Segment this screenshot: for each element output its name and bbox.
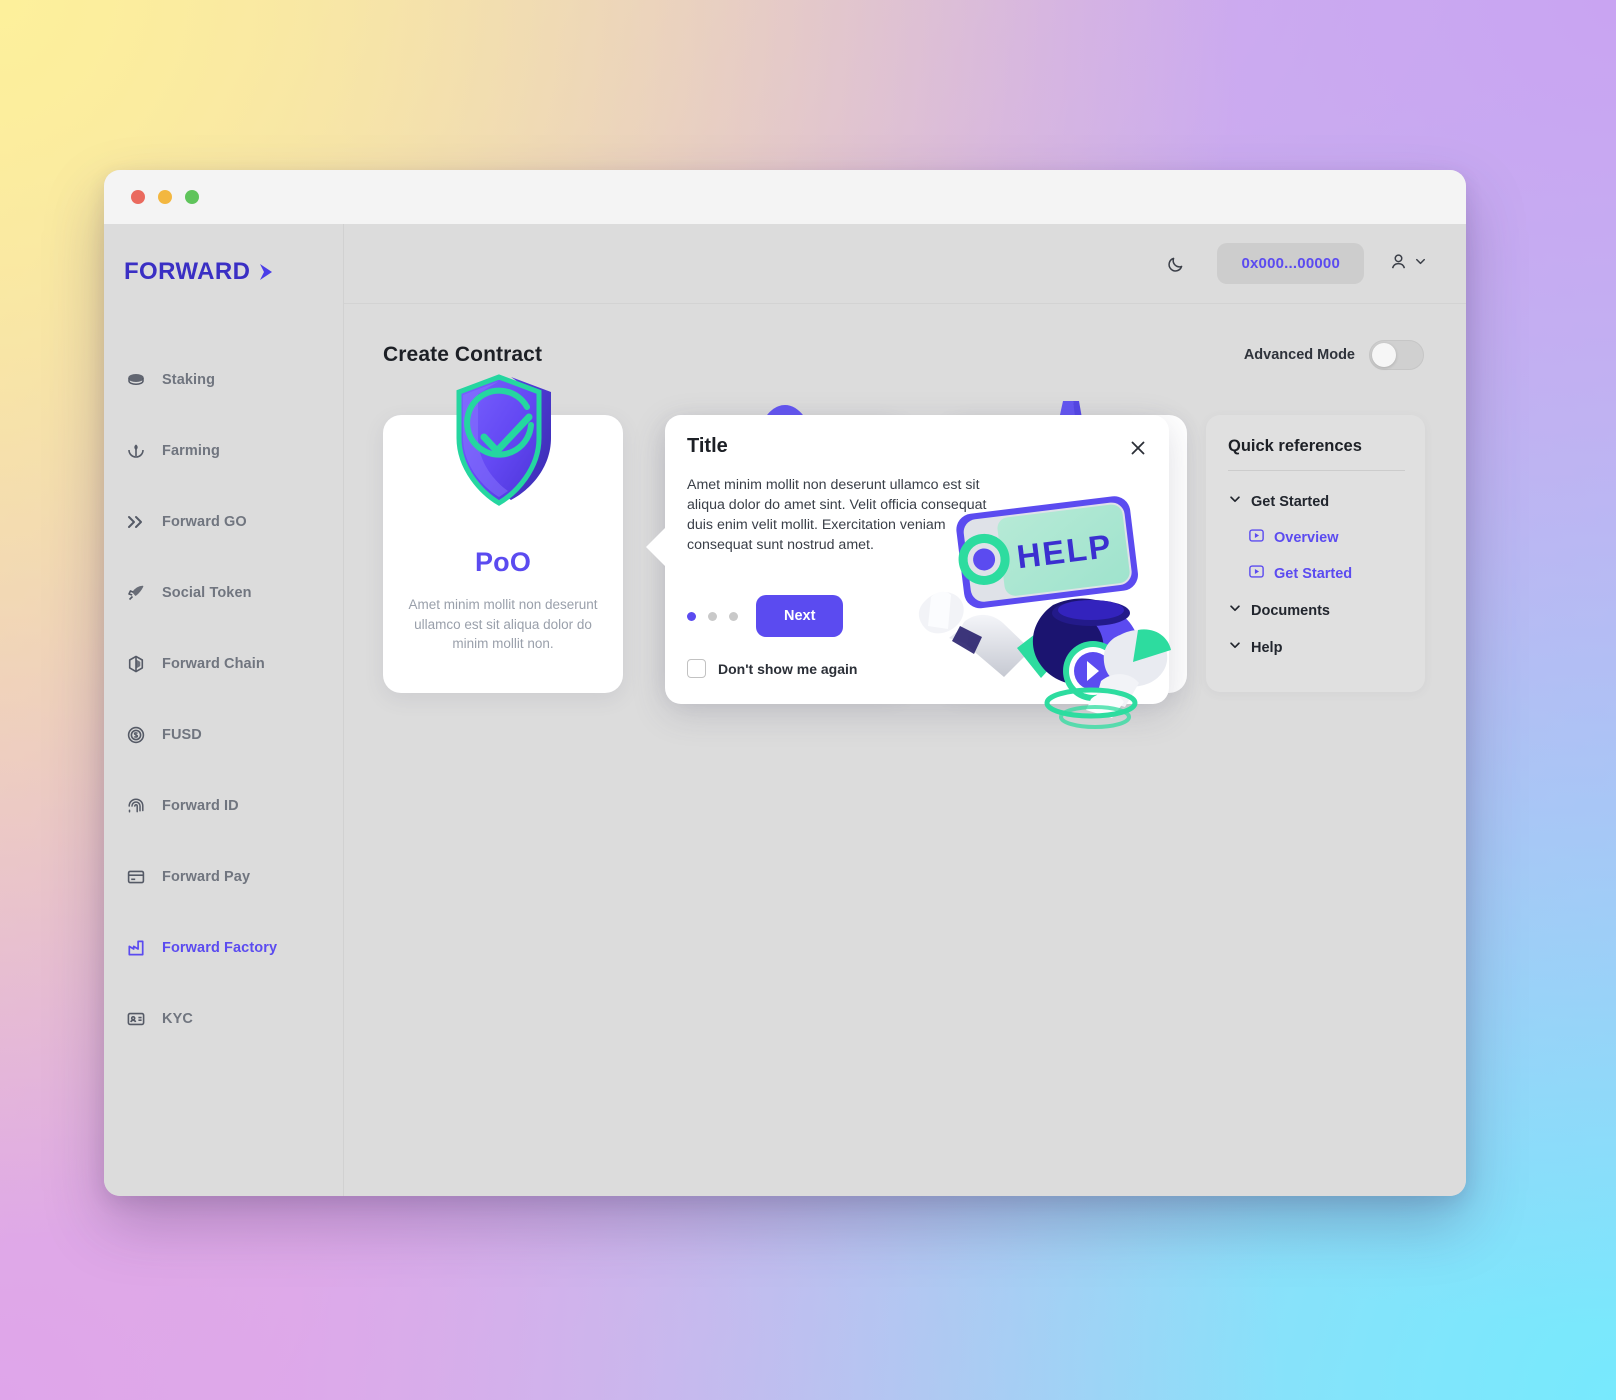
qref-link-label: Get Started: [1274, 566, 1353, 582]
fingerprint-icon: [126, 796, 146, 816]
tooltip-pagination-dots: [687, 611, 738, 621]
qref-link-overview[interactable]: Overview: [1228, 520, 1405, 556]
svg-text:HELP: HELP: [1015, 527, 1115, 575]
chevron-down-icon: [1228, 638, 1242, 657]
app-window: FORWARD Staking Farming Forward GO Socia…: [104, 170, 1466, 1196]
window-close-button[interactable]: [131, 190, 145, 204]
forward-chevron-icon: [255, 261, 277, 283]
dont-show-again-row[interactable]: Don't show me again: [687, 659, 857, 678]
quick-references-panel: Quick references Get Started Overview Ge…: [1206, 415, 1425, 692]
sidebar-item-label: KYC: [162, 1010, 193, 1027]
rocket-icon: [126, 583, 146, 603]
sidebar-item-staking[interactable]: Staking: [104, 344, 343, 415]
page-title: Create Contract: [383, 343, 543, 366]
sidebar-item-label: Forward Factory: [162, 939, 278, 956]
user-icon: [1388, 251, 1409, 277]
sidebar-item-label: Farming: [162, 442, 220, 459]
cube-icon: [126, 654, 146, 674]
advanced-mode-label: Advanced Mode: [1243, 347, 1355, 363]
card-description: Amet minim mollit non deserunt ullamco e…: [408, 597, 598, 652]
dont-show-again-label: Don't show me again: [718, 660, 858, 677]
shield-check-3d-icon: [439, 367, 567, 522]
coin-stack-icon: [126, 370, 146, 390]
quick-references-title: Quick references: [1228, 437, 1362, 455]
profile-menu-button[interactable]: [1388, 251, 1428, 277]
sidebar-item-label: Staking: [162, 371, 216, 388]
sidebar-item-farming[interactable]: Farming: [104, 415, 343, 486]
moon-icon[interactable]: [1159, 247, 1193, 281]
brand-logo[interactable]: FORWARD: [104, 242, 343, 302]
chevron-down-icon: [1228, 492, 1242, 511]
advanced-mode-toggle[interactable]: [1369, 340, 1424, 370]
sidebar-item-label: Forward ID: [162, 797, 239, 814]
contract-type-card-poo[interactable]: PoO Amet minim mollit non deserunt ullam…: [383, 374, 623, 693]
sidebar-item-forward-factory[interactable]: Forward Factory: [104, 912, 343, 983]
tooltip-body: Amet minim mollit non deserunt ullamco e…: [687, 477, 987, 554]
sidebar-item-fusd[interactable]: FUSD: [104, 699, 343, 770]
qref-group-label: Documents: [1251, 602, 1330, 619]
close-icon[interactable]: [1125, 435, 1151, 461]
window-titlebar: [104, 170, 1466, 224]
chevron-down-icon: [1228, 601, 1242, 620]
sidebar-item-label: Forward GO: [162, 513, 247, 530]
qref-link-label: Overview: [1274, 530, 1339, 546]
video-play-icon: [1248, 527, 1265, 549]
sidebar-item-forward-id[interactable]: Forward ID: [104, 770, 343, 841]
video-play-icon: [1248, 563, 1265, 585]
onboarding-tooltip: Title Amet minim mollit non deserunt ull…: [646, 415, 1171, 729]
qref-link-get-started[interactable]: Get Started: [1228, 556, 1405, 592]
card-title: PoO: [474, 547, 532, 577]
advanced-mode-control: Advanced Mode: [1244, 340, 1424, 370]
pagination-dot[interactable]: [708, 611, 717, 621]
window-maximize-button[interactable]: [185, 190, 199, 204]
dollar-coin-icon: [126, 725, 146, 745]
sidebar-item-forward-pay[interactable]: Forward Pay: [104, 841, 343, 912]
factory-icon: [126, 938, 146, 958]
tooltip-controls: Next: [687, 595, 844, 637]
qref-group-get-started[interactable]: Get Started: [1228, 483, 1405, 520]
sidebar-item-label: FUSD: [162, 726, 202, 743]
chevron-down-icon: [1413, 254, 1428, 274]
sidebar-item-label: Forward Chain: [162, 655, 265, 672]
next-button[interactable]: Next: [756, 595, 844, 637]
sidebar-item-kyc[interactable]: KYC: [104, 983, 343, 1054]
sidebar-item-label: Forward Pay: [162, 868, 251, 885]
page-header: Create Contract Advanced Mode: [344, 304, 1466, 370]
dont-show-again-checkbox[interactable]: [687, 659, 706, 678]
brand-logo-text: FORWARD: [124, 258, 251, 285]
sidebar-item-label: Social Token: [162, 584, 252, 601]
contract-canvas: PoO Amet minim mollit non deserunt ullam…: [344, 370, 1466, 1196]
divider: [1228, 470, 1405, 471]
topbar: 0x000...00000: [344, 224, 1466, 304]
pagination-dot[interactable]: [687, 611, 696, 621]
tooltip-title: Title: [687, 435, 728, 457]
tooltip-arrow: [646, 527, 666, 567]
wallet-address-button[interactable]: 0x000...00000: [1217, 243, 1364, 284]
sidebar-item-forward-chain[interactable]: Forward Chain: [104, 628, 343, 699]
main-area: 0x000...00000 Create Contract Advanced M…: [344, 224, 1466, 1196]
sprout-icon: [126, 441, 146, 461]
sidebar-item-social-token[interactable]: Social Token: [104, 557, 343, 628]
qref-group-label: Help: [1251, 639, 1283, 656]
sidebar-nav: Staking Farming Forward GO Social Token …: [104, 344, 343, 1054]
credit-card-icon: [126, 867, 146, 887]
pagination-dot[interactable]: [729, 611, 738, 621]
sidebar: FORWARD Staking Farming Forward GO Socia…: [104, 224, 344, 1196]
window-minimize-button[interactable]: [158, 190, 172, 204]
sidebar-item-forward-go[interactable]: Forward GO: [104, 486, 343, 557]
qref-group-documents[interactable]: Documents: [1228, 592, 1405, 629]
id-card-icon: [126, 1009, 146, 1029]
qref-group-help[interactable]: Help: [1228, 629, 1405, 666]
double-chevron-icon: [126, 512, 146, 532]
qref-group-label: Get Started: [1251, 493, 1330, 510]
